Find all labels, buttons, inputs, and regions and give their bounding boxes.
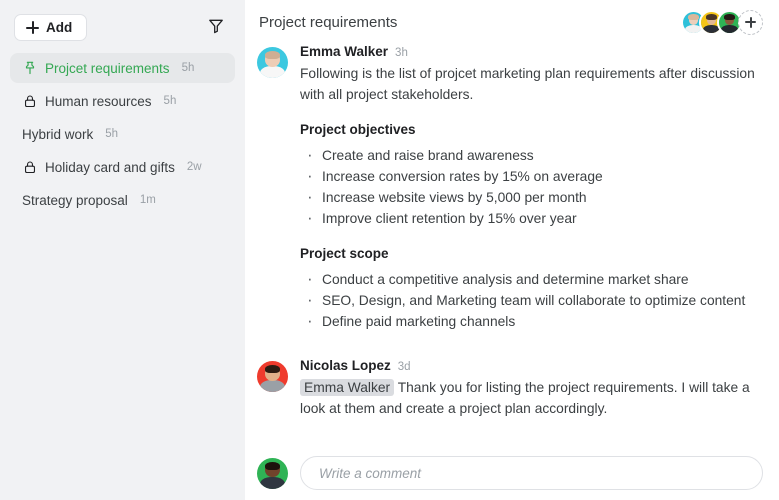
mention-chip[interactable]: Emma Walker <box>300 379 394 396</box>
plus-icon <box>26 21 39 34</box>
sidebar-item-projcet-requirements[interactable]: Projcet requirements 5h <box>10 53 235 83</box>
avatar-face <box>257 47 288 78</box>
comment-item: Emma Walker 3h Following is the list of … <box>257 44 763 332</box>
sidebar-item-holiday-card-and-gifts[interactable]: Holiday card and gifts 2w <box>10 152 235 182</box>
sidebar-item-label: Human resources <box>45 94 152 109</box>
comment-composer <box>257 456 763 490</box>
plus-icon <box>745 17 756 28</box>
list-item: Increase conversion rates by 15% on aver… <box>300 166 763 187</box>
sidebar-item-time: 5h <box>164 95 177 107</box>
section-title-project-objectives: Project objectives <box>300 122 763 137</box>
page-title: Project requirements <box>257 14 397 31</box>
sidebar-item-label: Holiday card and gifts <box>45 160 175 175</box>
sidebar-item-time: 2w <box>187 161 202 173</box>
section-list-project-objectives: Create and raise brand awareness Increas… <box>300 145 763 229</box>
comment-header: Nicolas Lopez 3d <box>300 358 763 373</box>
comment-author: Nicolas Lopez <box>300 358 391 373</box>
main-panel: Project requirements <box>245 0 779 500</box>
avatar[interactable] <box>257 361 288 392</box>
comment-item: Nicolas Lopez 3d Emma Walker Thank you f… <box>257 358 763 419</box>
comment-body: Nicolas Lopez 3d Emma Walker Thank you f… <box>300 358 763 419</box>
comment-input[interactable] <box>300 456 763 490</box>
list-item: Increase website views by 5,000 per mont… <box>300 187 763 208</box>
pin-icon <box>22 61 37 76</box>
section-title-project-scope: Project scope <box>300 246 763 261</box>
list-item: Conduct a competitive analysis and deter… <box>300 269 763 290</box>
comment-author: Emma Walker <box>300 44 388 59</box>
comment-time: 3d <box>398 361 411 373</box>
section-list-project-scope: Conduct a competitive analysis and deter… <box>300 269 763 332</box>
avatar-face <box>257 458 288 489</box>
add-member-button[interactable] <box>738 10 763 35</box>
sidebar-item-time: 5h <box>105 128 118 140</box>
add-button[interactable]: Add <box>14 14 87 42</box>
avatar-face <box>257 361 288 392</box>
comment-body: Emma Walker 3h Following is the list of … <box>300 44 763 332</box>
comment-time: 3h <box>395 47 408 59</box>
sidebar-item-label: Strategy proposal <box>22 193 128 208</box>
comment-header: Emma Walker 3h <box>300 44 763 59</box>
lock-icon <box>22 160 37 175</box>
avatar[interactable] <box>257 47 288 78</box>
sidebar-toolbar: Add <box>0 0 245 44</box>
list-item: Improve client retention by 15% over yea… <box>300 208 763 229</box>
sidebar-item-label: Hybrid work <box>22 127 93 142</box>
sidebar-item-label: Projcet requirements <box>45 61 170 76</box>
lock-icon <box>22 94 37 109</box>
avatar[interactable] <box>257 458 288 489</box>
sidebar-item-hybrid-work[interactable]: Hybrid work 5h <box>10 119 235 149</box>
main-header: Project requirements <box>245 0 779 44</box>
list-item: SEO, Design, and Marketing team will col… <box>300 290 763 311</box>
comment-paragraph: Emma Walker Thank you for listing the pr… <box>300 377 763 419</box>
app-root: Add Projcet requirements 5h <box>0 0 779 500</box>
sidebar-item-strategy-proposal[interactable]: Strategy proposal 1m <box>10 185 235 215</box>
sidebar: Add Projcet requirements 5h <box>0 0 245 500</box>
sidebar-item-human-resources[interactable]: Human resources 5h <box>10 86 235 116</box>
list-item: Create and raise brand awareness <box>300 145 763 166</box>
list-item: Define paid marketing channels <box>300 311 763 332</box>
sidebar-item-time: 5h <box>182 62 195 74</box>
filter-icon <box>208 18 224 37</box>
comment-paragraph: Following is the list of projcet marketi… <box>300 63 763 105</box>
filter-button[interactable] <box>203 15 229 41</box>
member-avatar-group <box>681 10 763 35</box>
add-button-label: Add <box>46 21 72 35</box>
sidebar-item-time: 1m <box>140 194 156 206</box>
avatar-face <box>719 12 740 33</box>
comment-thread: Emma Walker 3h Following is the list of … <box>245 44 779 419</box>
sidebar-item-list: Projcet requirements 5h Human resources … <box>0 53 245 215</box>
